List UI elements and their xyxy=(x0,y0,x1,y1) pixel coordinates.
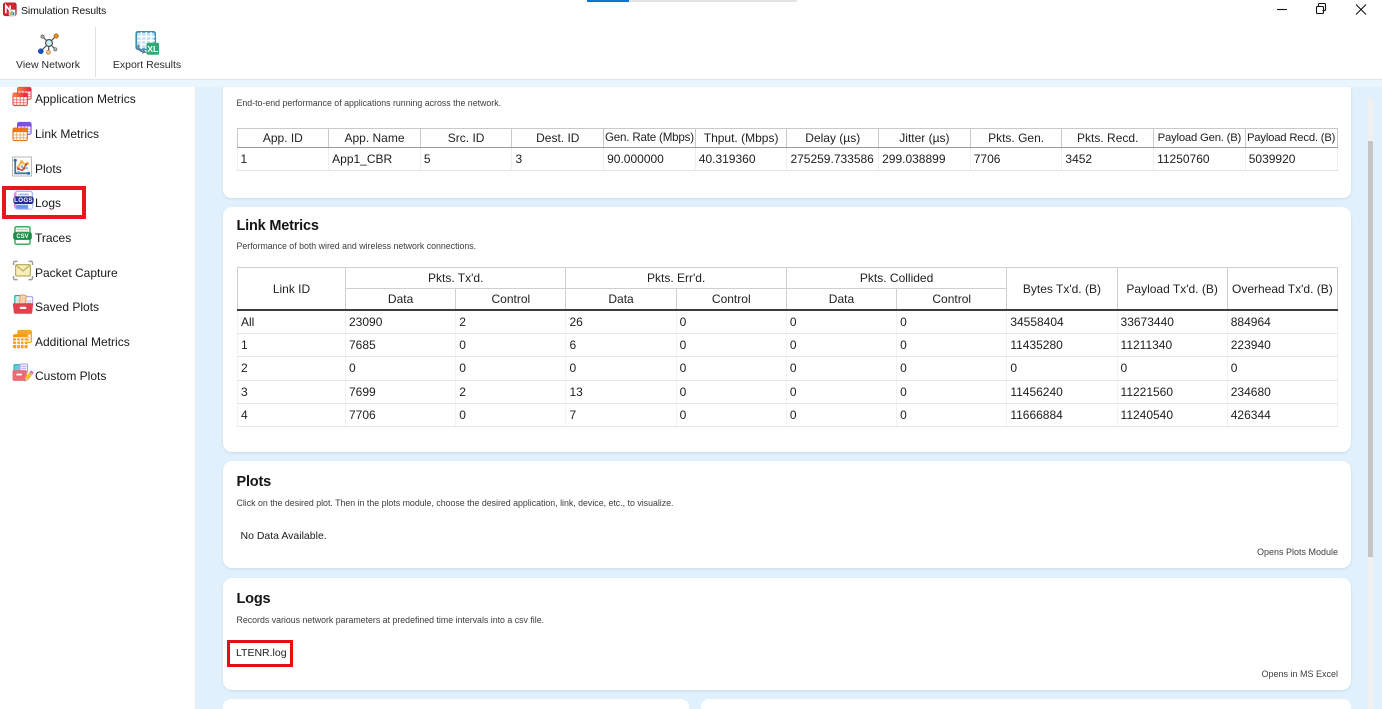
svg-text:XL: XL xyxy=(147,44,158,54)
svg-text:CSV: CSV xyxy=(16,234,28,240)
